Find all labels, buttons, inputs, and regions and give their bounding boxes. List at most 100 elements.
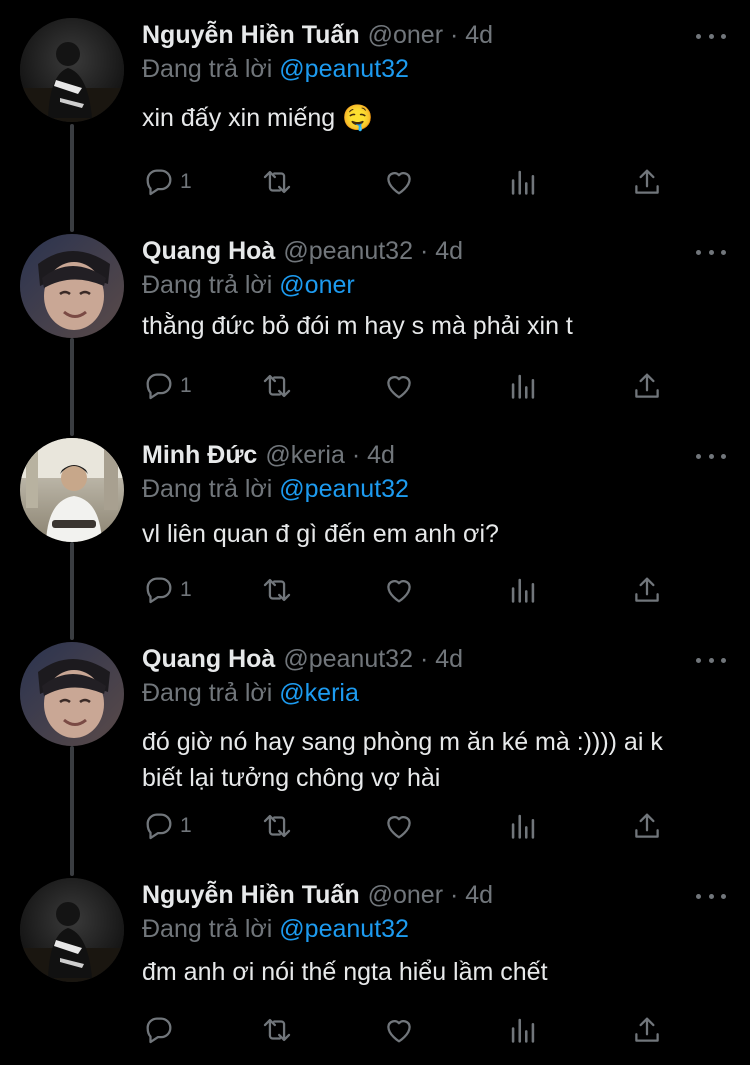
display-name[interactable]: Nguyễn Hiền Tuấn: [142, 18, 360, 52]
views-icon: [511, 170, 535, 195]
tweet[interactable]: Nguyễn Hiền Tuấn @oner · 4d Đang trả lời…: [0, 0, 750, 232]
reply-button[interactable]: 1: [142, 570, 192, 610]
views-icon: [511, 1018, 535, 1043]
display-name[interactable]: Nguyễn Hiền Tuấn: [142, 878, 360, 912]
handle-and-time[interactable]: @peanut32 · 4d: [283, 234, 463, 268]
avatar-photo-dark-figure: [20, 878, 124, 982]
more-icon[interactable]: [696, 652, 726, 668]
handle-and-time[interactable]: @keria · 4d: [265, 438, 395, 472]
reply-button[interactable]: 1: [142, 162, 192, 202]
handle-and-time[interactable]: @oner · 4d: [368, 878, 493, 912]
share-icon: [635, 813, 659, 838]
mention-link[interactable]: @keria: [279, 679, 359, 707]
replying-prefix: Đang trả lời: [142, 915, 273, 943]
avatar[interactable]: [20, 642, 124, 746]
views-icon: [511, 578, 535, 603]
mention-link[interactable]: @peanut32: [279, 475, 409, 503]
more-icon[interactable]: [696, 888, 726, 904]
handle-and-time[interactable]: @peanut32 · 4d: [283, 642, 463, 676]
like-button[interactable]: [382, 1010, 416, 1050]
retweet-icon: [263, 578, 291, 602]
avatar[interactable]: [20, 438, 124, 542]
share-icon: [635, 577, 659, 602]
avatar[interactable]: [20, 18, 124, 122]
reply-icon: [146, 373, 172, 400]
tweet[interactable]: Quang Hoà @peanut32 · 4d Đang trả lời @o…: [0, 232, 750, 436]
tweet-text: vl liên quan đ gì đến em anh ơi?: [142, 520, 499, 548]
reply-button[interactable]: 1: [142, 366, 192, 406]
views-button[interactable]: [506, 1010, 540, 1050]
like-icon: [387, 580, 411, 603]
action-bar: 1: [142, 162, 682, 202]
action-bar: 1: [142, 366, 682, 406]
retweet-icon: [263, 170, 291, 194]
replying-to: Đang trả lời @peanut32: [142, 52, 726, 86]
views-button[interactable]: [506, 162, 540, 202]
reply-icon: [146, 813, 172, 840]
action-bar: [142, 1010, 682, 1050]
retweet-button[interactable]: [260, 806, 294, 846]
views-icon: [511, 814, 535, 839]
display-name[interactable]: Quang Hoà: [142, 642, 275, 676]
more-icon[interactable]: [696, 28, 726, 44]
like-icon: [387, 816, 411, 839]
tweet-text: xin đấy xin miếng 🤤: [142, 104, 374, 132]
avatar-photo-seated-boy: [20, 438, 124, 542]
tweet[interactable]: Quang Hoà @peanut32 · 4d Đang trả lời @k…: [0, 640, 750, 876]
handle-and-time[interactable]: @oner · 4d: [368, 18, 493, 52]
views-button[interactable]: [506, 570, 540, 610]
views-button[interactable]: [506, 806, 540, 846]
display-name[interactable]: Quang Hoà: [142, 234, 275, 268]
replying-to: Đang trả lời @keria: [142, 676, 726, 710]
avatar[interactable]: [20, 234, 124, 338]
like-button[interactable]: [382, 162, 416, 202]
mention-link[interactable]: @peanut32: [279, 55, 409, 83]
tweet-text: đó giờ nó hay sang phòng m ăn ké mà :)))…: [142, 728, 663, 792]
share-button[interactable]: [630, 162, 664, 202]
share-button[interactable]: [630, 570, 664, 610]
like-button[interactable]: [382, 366, 416, 406]
retweet-button[interactable]: [260, 162, 294, 202]
tweet-header: Nguyễn Hiền Tuấn @oner · 4d: [142, 878, 726, 912]
tweet-text: thằng đức bỏ đói m hay s mà phải xin t: [142, 312, 573, 340]
share-icon: [635, 373, 659, 398]
more-icon[interactable]: [696, 448, 726, 464]
mention-link[interactable]: @oner: [279, 271, 354, 299]
share-button[interactable]: [630, 366, 664, 406]
reply-button[interactable]: 1: [142, 806, 192, 846]
avatar-photo-smiling-boy: [20, 642, 124, 746]
retweet-button[interactable]: [260, 366, 294, 406]
mention-link[interactable]: @peanut32: [279, 915, 409, 943]
reply-icon: [146, 1017, 172, 1044]
reply-count: 1: [180, 578, 192, 601]
retweet-icon: [263, 374, 291, 398]
tweet-header: Nguyễn Hiền Tuấn @oner · 4d: [142, 18, 726, 52]
share-button[interactable]: [630, 1010, 664, 1050]
views-button[interactable]: [506, 366, 540, 406]
replying-prefix: Đang trả lời: [142, 475, 273, 503]
reply-button[interactable]: [142, 1010, 180, 1050]
like-icon: [387, 1020, 411, 1043]
more-icon[interactable]: [696, 244, 726, 260]
reply-icon: [146, 169, 172, 196]
like-button[interactable]: [382, 570, 416, 610]
tweet[interactable]: Nguyễn Hiền Tuấn @oner · 4d Đang trả lời…: [0, 876, 750, 1065]
share-icon: [635, 169, 659, 194]
retweet-button[interactable]: [260, 1010, 294, 1050]
share-button[interactable]: [630, 806, 664, 846]
like-icon: [387, 376, 411, 399]
tweet-header: Quang Hoà @peanut32 · 4d: [142, 234, 726, 268]
share-icon: [635, 1017, 659, 1042]
replying-to: Đang trả lời @oner: [142, 268, 726, 302]
avatar[interactable]: [20, 878, 124, 982]
like-button[interactable]: [382, 806, 416, 846]
tweet-text: đm anh ơi nói thế ngta hiểu lầm chết: [142, 958, 548, 986]
tweet[interactable]: Minh Đức @keria · 4d Đang trả lời @peanu…: [0, 436, 750, 640]
like-icon: [387, 172, 411, 195]
retweet-icon: [263, 814, 291, 838]
retweet-button[interactable]: [260, 570, 294, 610]
retweet-icon: [263, 1018, 291, 1042]
tweet-header: Minh Đức @keria · 4d: [142, 438, 726, 472]
display-name[interactable]: Minh Đức: [142, 438, 257, 472]
reply-count: 1: [180, 170, 192, 193]
